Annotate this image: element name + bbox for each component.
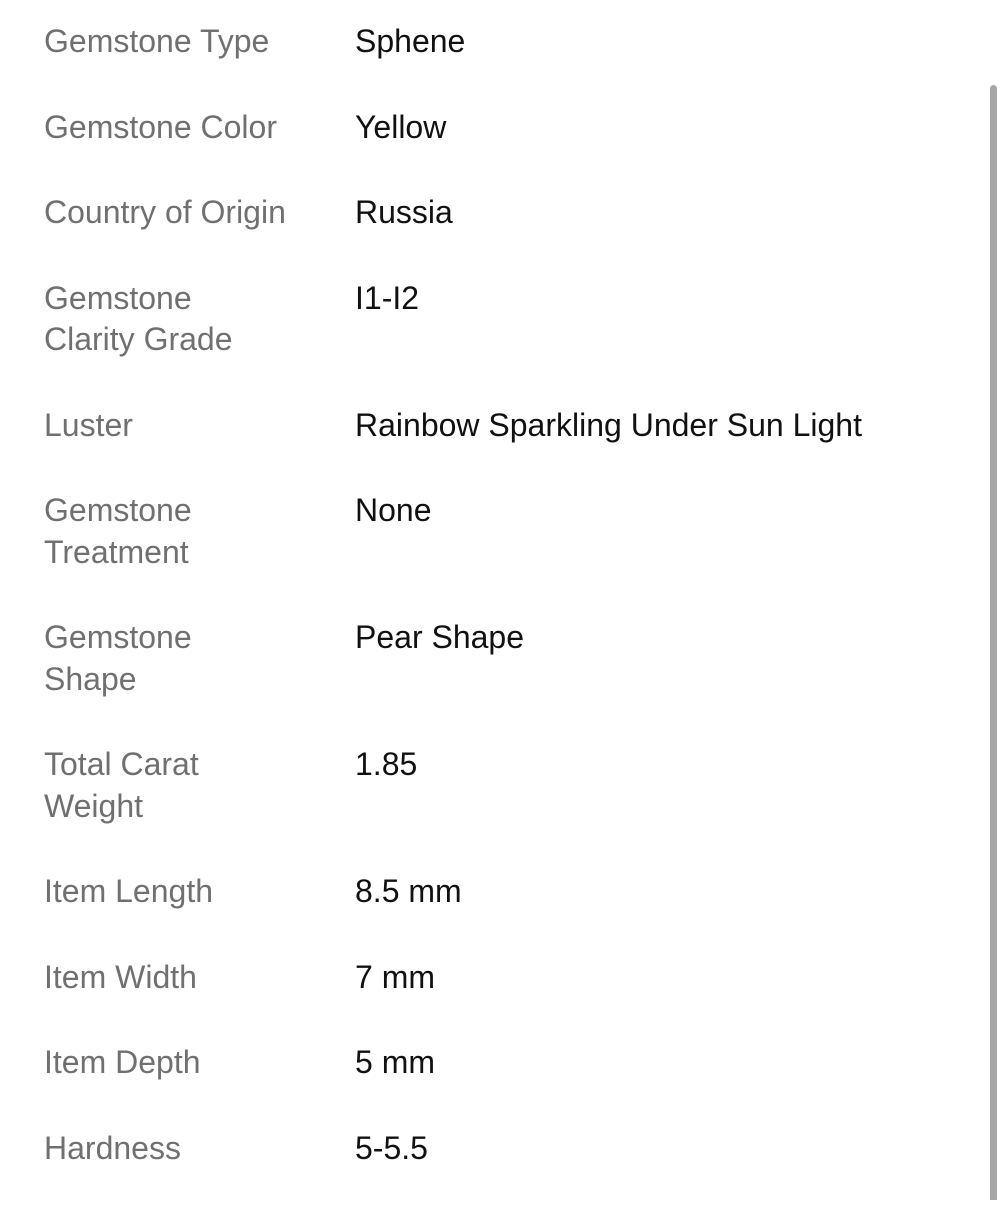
spec-value: Pear Shape [355, 619, 525, 655]
spec-row: Hardness 5-5.5 [44, 1128, 964, 1170]
spec-row: Gemstone Color Yellow [44, 107, 964, 149]
spec-label: Total Carat Weight [44, 746, 199, 824]
spec-row: Gemstone Shape Pear Shape [44, 617, 964, 700]
spec-label: Item Depth [44, 1044, 201, 1080]
spec-label: Luster [44, 406, 133, 443]
spec-value: None [355, 492, 432, 528]
spec-label: Gemstone Clarity Grade [44, 279, 233, 358]
spec-row: Item Depth 5 mm [44, 1042, 964, 1084]
spec-label: Hardness [44, 1129, 181, 1166]
spec-label: Gemstone Treatment [44, 492, 192, 570]
spec-row: Gemstone Clarity Grade I1-I2 [44, 278, 964, 361]
spec-row: Total Carat Weight 1.85 [44, 744, 964, 827]
spec-row: Gemstone Type Sphene [44, 21, 964, 63]
spec-row: Gemstone Treatment None [44, 490, 964, 573]
spec-label: Country of Origin [44, 194, 286, 230]
spec-value: Yellow [355, 108, 447, 145]
spec-label: Gemstone Color [44, 108, 277, 145]
spec-row: Country of Origin Russia [44, 192, 964, 234]
spec-value: 1.85 [355, 746, 418, 782]
spec-value: Russia [355, 194, 453, 230]
spec-value: 5-5.5 [355, 1129, 428, 1166]
spec-value: I1-I2 [355, 279, 420, 316]
scrollbar[interactable] [990, 85, 997, 1200]
spec-row: Item Length 8.5 mm [44, 871, 964, 913]
spec-value: 7 mm [355, 958, 435, 995]
item-specifics-list: Gemstone Type Sphene Gemstone Color Yellow… [44, 21, 964, 1213]
spec-value: 8.5 mm [355, 873, 462, 909]
spec-label: Item Width [44, 958, 197, 995]
spec-value: Sphene [355, 23, 466, 59]
spec-value: Rainbow Sparkling Under Sun Light [355, 406, 862, 443]
spec-label: Gemstone Type [44, 23, 270, 59]
spec-value: 5 mm [355, 1044, 435, 1080]
spec-row: Item Width 7 mm [44, 957, 964, 999]
spec-label: Gemstone Shape [44, 619, 192, 697]
spec-label: Item Length [44, 873, 213, 909]
spec-row: Luster Rainbow Sparkling Under Sun Light [44, 405, 964, 447]
